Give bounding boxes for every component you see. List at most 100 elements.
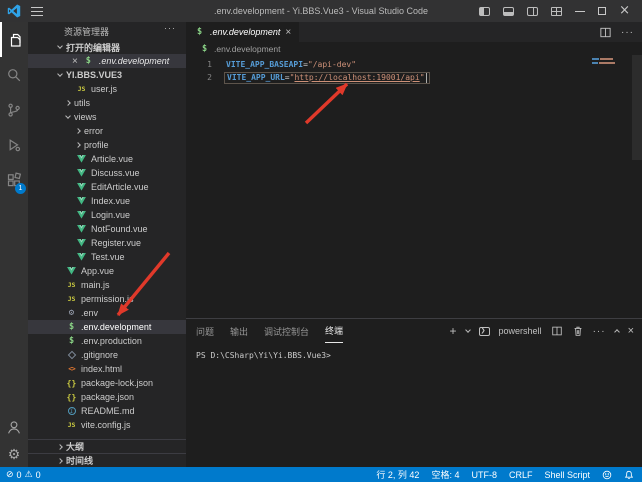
close-editor-icon[interactable]: ×: [72, 57, 78, 66]
toggle-sidebar-icon[interactable]: [479, 7, 490, 16]
tree-item-Index.vue[interactable]: Index.vue: [28, 194, 186, 208]
breadcrumb[interactable]: $ .env.development: [186, 42, 642, 55]
language-mode[interactable]: Shell Script: [544, 470, 590, 480]
tree-item-error[interactable]: error: [28, 124, 186, 138]
panel-tab-输出[interactable]: 输出: [230, 319, 248, 343]
split-terminal-icon[interactable]: [551, 325, 563, 337]
editor-scrollbar[interactable]: [632, 55, 642, 160]
gear-icon: ⚙: [69, 308, 74, 318]
bell-icon[interactable]: [624, 470, 634, 480]
new-terminal-icon[interactable]: +: [450, 324, 457, 338]
tree-item-label: profile: [84, 140, 109, 150]
js-icon: JS: [68, 295, 76, 303]
tree-item-main.js[interactable]: JSmain.js: [28, 278, 186, 292]
tab-env-development[interactable]: $ .env.development ×: [186, 22, 299, 42]
customize-layout-icon[interactable]: [551, 7, 562, 16]
tree-item-Register.vue[interactable]: Register.vue: [28, 236, 186, 250]
minimize-icon[interactable]: [575, 11, 585, 12]
tree-item-.env.production[interactable]: $.env.production: [28, 334, 186, 348]
problems-indicator[interactable]: ⊘ 0 ⚠ 0: [6, 470, 41, 480]
open-editor-env-development[interactable]: × $ .env.development: [28, 54, 186, 68]
encoding[interactable]: UTF-8: [471, 470, 497, 480]
panel-tab-调试控制台[interactable]: 调试控制台: [264, 319, 309, 343]
chevron-down-icon: [65, 113, 71, 119]
more-actions-icon[interactable]: ···: [593, 326, 606, 337]
shell-selector[interactable]: powershell: [499, 326, 542, 336]
tree-item-README.md[interactable]: iREADME.md: [28, 404, 186, 418]
maximize-icon[interactable]: [598, 7, 606, 15]
toggle-panel-icon[interactable]: [503, 7, 514, 16]
tree-item-Test.vue[interactable]: Test.vue: [28, 250, 186, 264]
js-icon: JS: [78, 85, 86, 93]
window-controls: ×: [479, 0, 642, 22]
close-quote: ": [420, 73, 425, 82]
minimap[interactable]: [592, 58, 616, 66]
terminal-powershell-icon[interactable]: ❯: [479, 327, 490, 336]
terminal[interactable]: PS D:\CSharp\Yi\Yi.BBS.Vue3>: [186, 343, 642, 360]
vue-icon: [76, 253, 87, 261]
line-number: 1: [186, 60, 212, 69]
more-actions-icon[interactable]: ···: [621, 27, 634, 38]
code-editor[interactable]: 1VITE_APP_BASEAPI="/api-dev"2VITE_APP_UR…: [186, 55, 642, 318]
file-type-icon: ⚙: [66, 308, 77, 318]
tree-item-.gitignore[interactable]: .gitignore: [28, 348, 186, 362]
tree-item-index.html[interactable]: <>index.html: [28, 362, 186, 376]
explorer-icon[interactable]: [0, 22, 28, 57]
code-lines: 1VITE_APP_BASEAPI="/api-dev"2VITE_APP_UR…: [186, 55, 642, 84]
settings-gear-icon[interactable]: ⚙: [0, 447, 28, 461]
tree-item-label: user.js: [91, 84, 117, 94]
tree-item-views[interactable]: views: [28, 110, 186, 124]
tree-item-NotFound.vue[interactable]: NotFound.vue: [28, 222, 186, 236]
editor-area: $ .env.development × ··· $ .env.developm…: [186, 22, 642, 467]
tree-item-Login.vue[interactable]: Login.vue: [28, 208, 186, 222]
url-link[interactable]: http://localhost:19001/api: [294, 73, 419, 82]
tree-item-.env.development[interactable]: $.env.development: [28, 320, 186, 334]
panel-maximize-icon[interactable]: [614, 329, 620, 335]
chevron-right-icon: [75, 142, 81, 148]
outline-section-header[interactable]: 大纲: [28, 439, 186, 453]
tree-item-vite.config.js[interactable]: JSvite.config.js: [28, 418, 186, 432]
search-icon[interactable]: [0, 57, 28, 92]
timeline-section-header[interactable]: 时间线: [28, 453, 186, 467]
tree-item-Discuss.vue[interactable]: Discuss.vue: [28, 166, 186, 180]
panel-tab-终端[interactable]: 终端: [325, 319, 343, 343]
tree-item-.env[interactable]: ⚙.env: [28, 306, 186, 320]
source-control-icon[interactable]: [0, 92, 28, 127]
tree-item-utils[interactable]: utils: [28, 96, 186, 110]
menu-icon[interactable]: [31, 7, 43, 16]
vue-icon: [76, 169, 87, 177]
trash-icon[interactable]: [572, 325, 584, 337]
tree-item-label: Discuss.vue: [91, 168, 140, 178]
tree-item-package.json[interactable]: {}package.json: [28, 390, 186, 404]
more-actions-icon[interactable]: ···: [164, 23, 176, 33]
feedback-icon[interactable]: [602, 470, 612, 480]
panel-header: 问题输出调试控制台终端 + ❯ powershell ··· ×: [186, 319, 642, 343]
file-type-icon: $: [66, 336, 77, 346]
run-and-debug-icon[interactable]: [0, 127, 28, 162]
close-tab-icon[interactable]: ×: [285, 27, 291, 38]
tree-item-EditArticle.vue[interactable]: EditArticle.vue: [28, 180, 186, 194]
tree-item-package-lock.json[interactable]: {}package-lock.json: [28, 376, 186, 390]
panel-close-icon[interactable]: ×: [628, 325, 634, 337]
tree-item-label: Article.vue: [91, 154, 133, 164]
tree-item-permission.js[interactable]: JSpermission.js: [28, 292, 186, 306]
chevron-right-icon: [57, 458, 63, 464]
chevron-down-icon[interactable]: [465, 327, 471, 333]
tree-item-Article.vue[interactable]: Article.vue: [28, 152, 186, 166]
split-editor-icon[interactable]: [599, 26, 612, 39]
tree-item-App.vue[interactable]: App.vue: [28, 264, 186, 278]
chevron-right-icon: [57, 444, 63, 450]
account-icon[interactable]: [0, 419, 28, 435]
panel-tab-问题[interactable]: 问题: [196, 319, 214, 343]
project-section-header[interactable]: YI.BBS.VUE3: [28, 68, 186, 82]
extensions-icon[interactable]: 1: [0, 162, 28, 197]
tree-item-profile[interactable]: profile: [28, 138, 186, 152]
open-editors-header[interactable]: 打开的编辑器: [28, 40, 186, 54]
toggle-secondary-sidebar-icon[interactable]: [527, 7, 538, 16]
tree-item-user.js[interactable]: JS user.js: [28, 82, 186, 96]
file-type-icon: JS: [66, 281, 77, 289]
indentation[interactable]: 空格: 4: [431, 468, 459, 481]
cursor-position[interactable]: 行 2, 列 42: [376, 468, 419, 481]
close-icon[interactable]: ×: [619, 6, 630, 16]
eol-sequence[interactable]: CRLF: [509, 470, 533, 480]
